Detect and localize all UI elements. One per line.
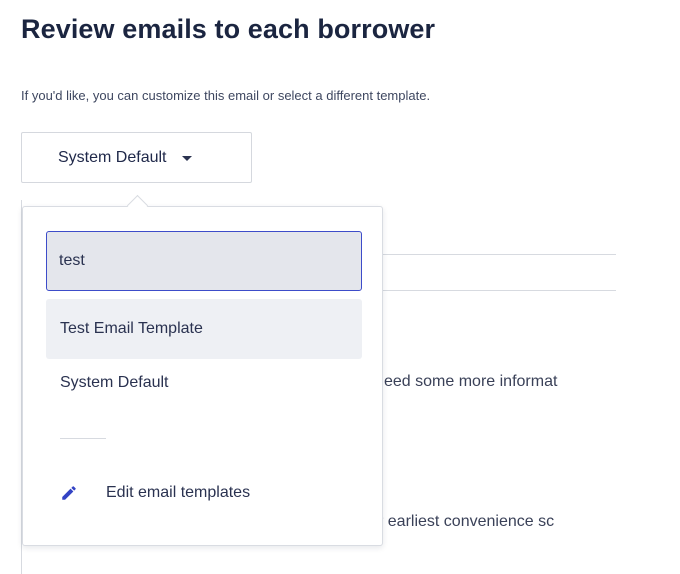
- email-field-divider: [380, 290, 616, 291]
- email-field-divider: [380, 254, 616, 255]
- email-body-text: eed some more informat: [384, 373, 558, 390]
- page: Review emails to each borrower If you'd …: [0, 0, 680, 574]
- template-select-value: System Default: [58, 148, 167, 166]
- menu-divider: [60, 438, 106, 439]
- template-option-label: Test Email Template: [60, 320, 203, 337]
- template-option[interactable]: Test Email Template: [46, 299, 362, 359]
- caret-down-icon: [182, 155, 193, 161]
- email-body-text: r earliest convenience sc: [378, 513, 555, 530]
- template-search-input[interactable]: [46, 231, 362, 291]
- page-subtitle: If you'd like, you can customize this em…: [21, 88, 431, 103]
- page-title: Review emails to each borrower: [21, 14, 436, 44]
- edit-email-templates-button[interactable]: Edit email templates: [46, 465, 362, 521]
- template-dropdown-popover: Test Email Template System Default Edit …: [22, 206, 383, 546]
- template-select-button[interactable]: System Default: [21, 132, 252, 183]
- template-option[interactable]: System Default: [46, 353, 362, 413]
- pencil-icon: [62, 486, 76, 500]
- template-option-label: System Default: [60, 374, 169, 391]
- edit-email-templates-label: Edit email templates: [106, 484, 251, 501]
